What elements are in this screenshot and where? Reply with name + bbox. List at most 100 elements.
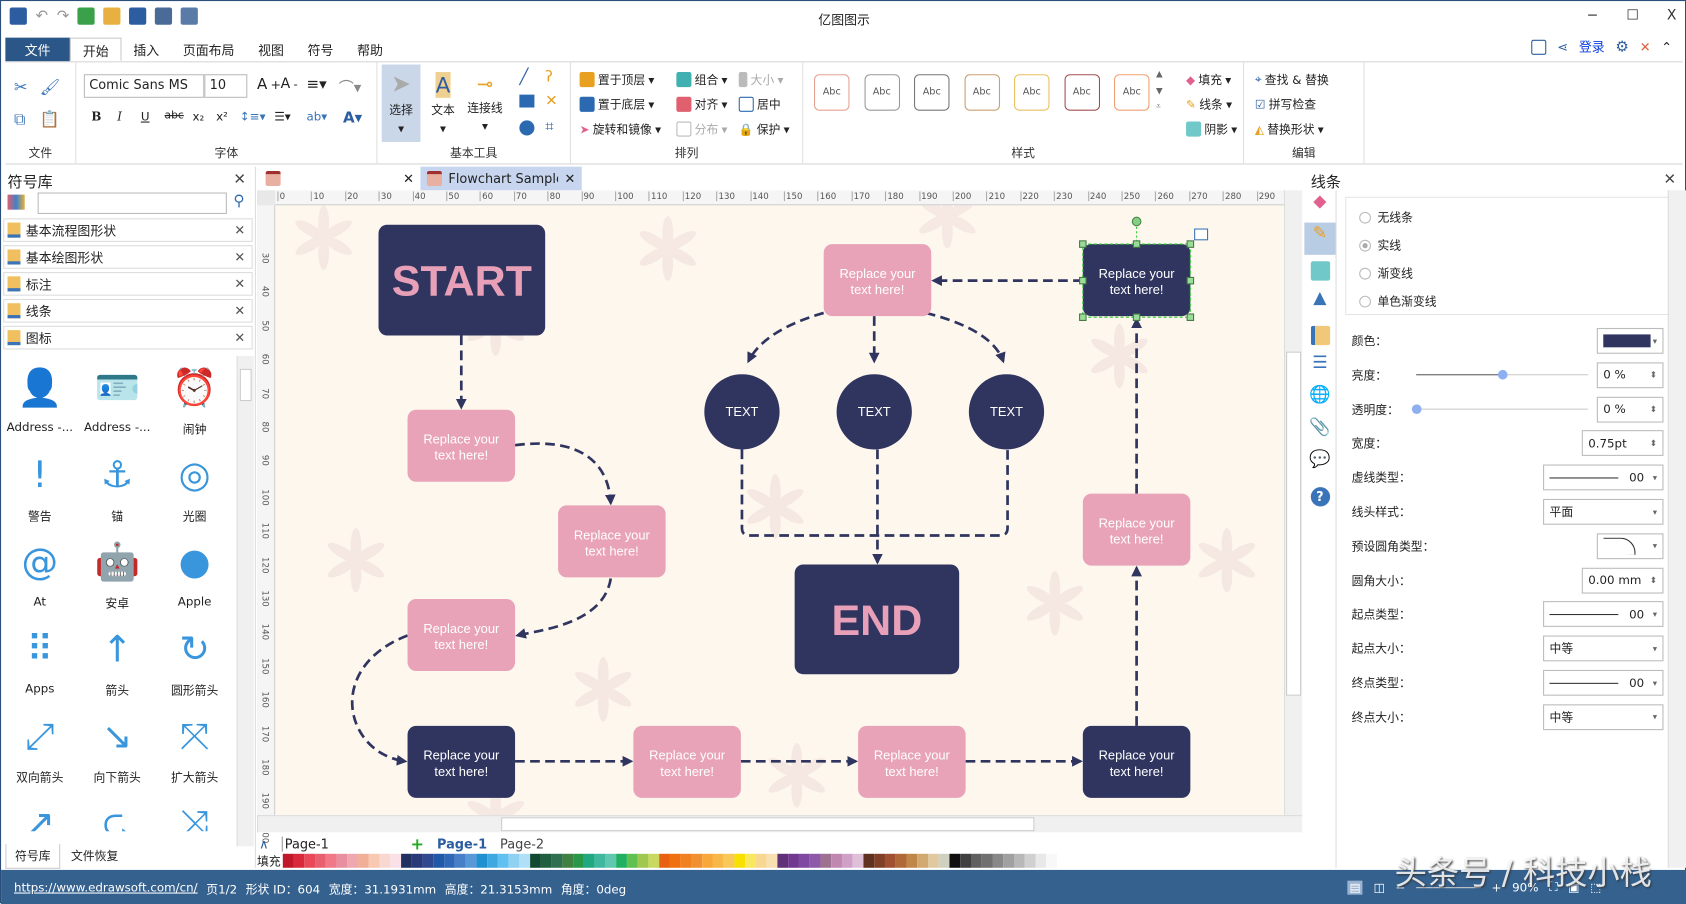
highlight-icon[interactable]: ab▾ [306, 110, 327, 124]
select-tool-button[interactable]: ➤ 选择 ▾ [381, 64, 421, 142]
process-shape[interactable]: Replace yourtext here! [558, 505, 666, 578]
library-icon-item[interactable]: ● Apple [156, 532, 233, 619]
process-shape[interactable]: Replace yourtext here! [1082, 493, 1191, 566]
color-swatch[interactable] [304, 853, 316, 868]
properties-scrollbar[interactable] [1667, 190, 1686, 868]
align-button[interactable]: 对齐 ▾ [676, 96, 727, 113]
library-icon-item[interactable]: ! 警告 [1, 445, 78, 532]
color-swatch[interactable] [411, 853, 423, 868]
color-swatch[interactable] [766, 853, 778, 868]
style-preset[interactable]: Abc [814, 74, 850, 111]
find-replace-button[interactable]: ⌖ 查找 & 替换 [1255, 71, 1329, 88]
line-tool-icon[interactable]: ╱ [519, 69, 528, 86]
dropdown-arrow-icon[interactable]: ▾ [1653, 541, 1657, 551]
spell-check-button[interactable]: ☑ 拼写检查 [1255, 96, 1316, 113]
process-shape[interactable]: Replace yourtext here! [1082, 725, 1191, 798]
drawing-canvas[interactable]: START END Replace your text here! Replace yo… [275, 205, 1284, 816]
property-slider[interactable] [1416, 369, 1589, 380]
process-shape[interactable]: Replace yourtext here! [407, 725, 516, 798]
close-document-icon[interactable]: ✕ [403, 171, 414, 186]
end-size-field[interactable]: 中等 ▾ [1543, 704, 1664, 730]
library-icon-item[interactable]: ⏰ 闹钟 [156, 358, 233, 445]
color-swatch[interactable] [616, 853, 627, 868]
subscript-button[interactable]: x₂ [192, 110, 204, 124]
connector-line[interactable] [740, 449, 1009, 537]
tab-4[interactable]: 符号 [296, 38, 345, 62]
library-icon-item[interactable]: ◎ 光圈 [156, 445, 233, 532]
color-swatch[interactable] [347, 853, 359, 868]
style-preset[interactable]: Abc [1114, 74, 1150, 111]
font-color-icon[interactable]: A▾ [343, 110, 362, 127]
library-icon-item[interactable]: ↘ 向下箭头 [78, 706, 155, 793]
color-swatch[interactable] [852, 853, 864, 868]
line-tab-icon[interactable]: ✎ [1304, 222, 1336, 255]
color-swatch[interactable] [454, 853, 466, 868]
color-swatch[interactable] [1003, 853, 1015, 868]
distribute-button[interactable]: 分布 ▾ [676, 120, 727, 137]
group-button[interactable]: 组合 ▾ [676, 71, 727, 88]
size-button[interactable]: 大小 ▾ [738, 71, 783, 88]
start-shape[interactable]: START [378, 224, 546, 336]
color-swatch[interactable] [992, 853, 1004, 868]
dropdown-arrow-icon[interactable]: ▾ [1653, 336, 1657, 346]
canvas-horizontal-scrollbar[interactable] [256, 815, 1303, 833]
line-option-radio[interactable]: 实线 [1359, 237, 1401, 254]
library-icon-item[interactable]: ⤢ 双向箭头 [1, 706, 78, 793]
close-category-icon[interactable]: ✕ [234, 330, 245, 345]
color-swatch[interactable] [605, 853, 617, 868]
dropdown-arrow-icon[interactable]: ▾ [1653, 712, 1657, 722]
color-swatch[interactable] [831, 853, 842, 868]
rectangle-tool-icon[interactable] [519, 94, 535, 108]
color-swatch[interactable] [519, 853, 531, 868]
corner-size-field[interactable]: 0.00 mm ⬍ [1581, 567, 1664, 594]
color-swatch[interactable] [465, 853, 477, 868]
library-category[interactable]: 标注 ✕ [3, 272, 253, 296]
close-library-icon[interactable]: ✕ [233, 171, 246, 188]
library-icon-item[interactable]: ↑ 箭头 [78, 619, 155, 706]
collapse-ribbon-icon[interactable]: ⌃ [1661, 39, 1672, 54]
slider-thumb[interactable] [1411, 403, 1422, 414]
color-swatch[interactable] [530, 853, 541, 868]
curve-tool-icon[interactable]: ʔ [545, 69, 553, 86]
color-swatch[interactable] [293, 853, 305, 868]
search-icon[interactable]: ⚲ [233, 192, 244, 209]
color-swatch[interactable] [379, 853, 391, 868]
close-document-icon[interactable]: ✕ [564, 171, 575, 186]
bold-button[interactable]: B [91, 110, 101, 124]
website-link[interactable]: https://www.edrawsoft.com/cn/ [14, 881, 198, 898]
help-tab-icon[interactable]: ? [1304, 481, 1335, 513]
style-preset[interactable]: Abc [1014, 74, 1050, 111]
library-icon-item[interactable]: ⠿ Apps [1, 619, 78, 706]
cap-field[interactable]: 平面 ▾ [1543, 498, 1664, 525]
library-icon-item[interactable]: ⮎ [78, 794, 155, 831]
transparency-field[interactable]: 0 % ⬍ [1596, 396, 1664, 423]
color-swatch[interactable] [723, 853, 735, 868]
property-slider[interactable] [1411, 403, 1589, 414]
spinner-icon[interactable]: ⬍ [1650, 404, 1657, 414]
floating-menu-icon[interactable] [1194, 228, 1209, 241]
color-swatch[interactable] [368, 853, 380, 868]
process-shape[interactable]: Replace yourtext here! [407, 409, 516, 482]
width-field[interactable]: 0.75pt ⬍ [1581, 430, 1664, 457]
grow-font-icon[interactable]: A + [257, 76, 281, 93]
comment-tab-icon[interactable]: 💬 [1304, 448, 1335, 480]
color-swatch[interactable] [508, 853, 520, 868]
library-search-input[interactable] [37, 192, 227, 214]
library-icon-item[interactable]: 🤖 安卓 [78, 532, 155, 619]
tab-2[interactable]: 页面布局 [171, 38, 246, 62]
color-swatch[interactable] [401, 853, 412, 868]
brightness-field[interactable]: 0 % ⬍ [1596, 362, 1664, 388]
circle-shape[interactable]: TEXT [968, 374, 1045, 450]
color-swatch[interactable] [1024, 853, 1036, 868]
color-swatch[interactable] [336, 853, 348, 868]
color-swatch[interactable] [745, 853, 756, 868]
process-shape[interactable]: Replace yourtext here! [858, 725, 966, 798]
color-swatch[interactable] [358, 853, 369, 868]
close-properties-icon[interactable]: ✕ [1663, 171, 1676, 188]
color-swatch[interactable] [841, 853, 853, 868]
dropdown-arrow-icon[interactable]: ▾ [1653, 678, 1657, 688]
library-bottom-tab[interactable]: 符号库 [5, 844, 61, 869]
color-swatch[interactable] [960, 853, 971, 868]
library-category[interactable]: 线条 ✕ [3, 298, 253, 323]
point-tool-icon[interactable]: ✕ [545, 92, 558, 109]
